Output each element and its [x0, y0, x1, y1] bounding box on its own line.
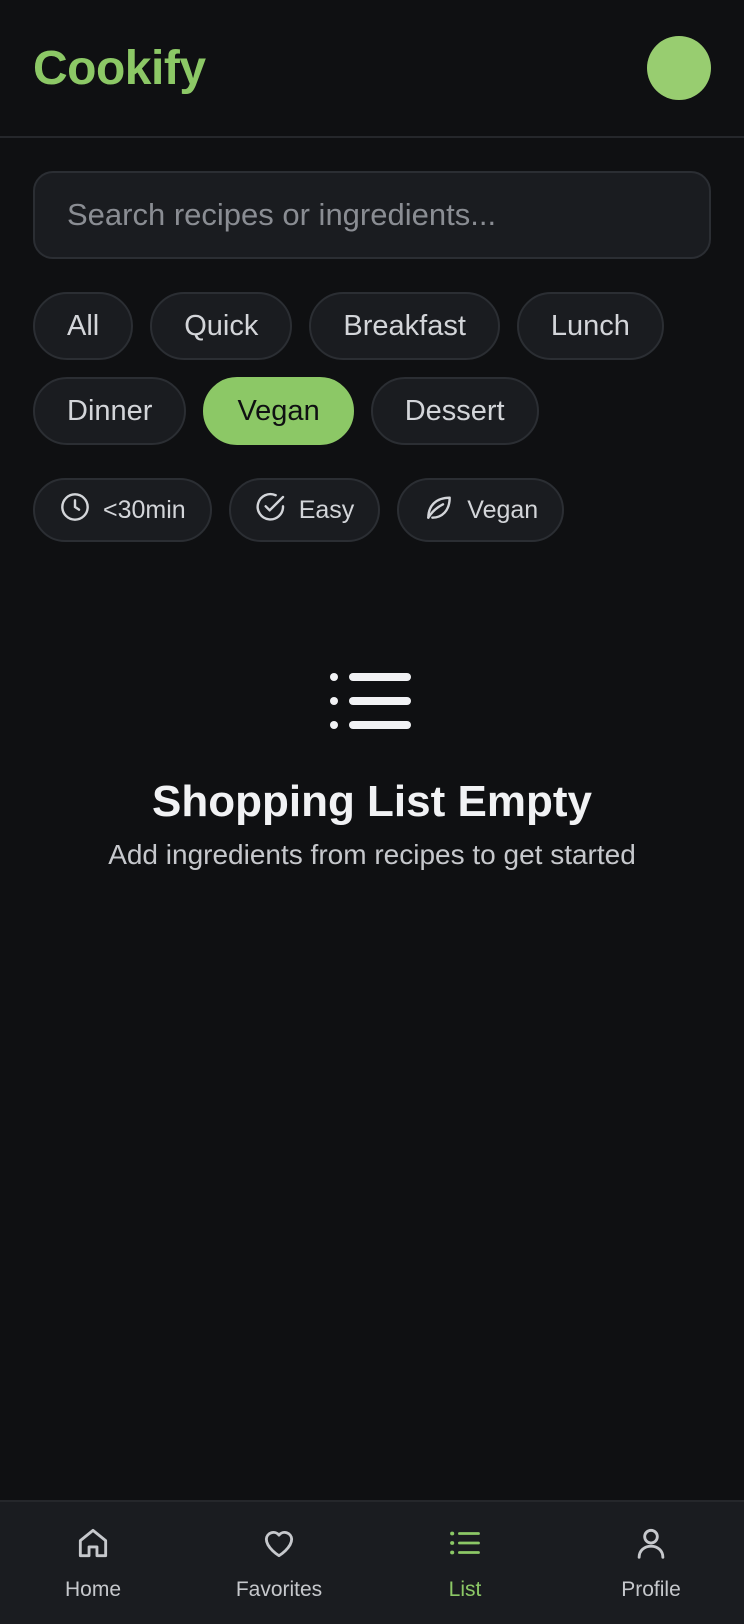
home-icon — [74, 1524, 112, 1568]
avatar[interactable] — [647, 36, 711, 100]
list-icon — [329, 670, 415, 737]
search-input[interactable] — [67, 197, 677, 233]
top-bar: Cookify — [0, 0, 744, 138]
filter-label: <30min — [103, 495, 186, 524]
filter-label: Easy — [298, 495, 355, 524]
nav-item-list[interactable]: List — [372, 1524, 558, 1602]
check-circle-icon — [255, 491, 287, 530]
nav-label: Profile — [621, 1578, 681, 1601]
category-chip-breakfast[interactable]: Breakfast — [309, 292, 500, 360]
category-chip-quick[interactable]: Quick — [150, 292, 293, 360]
nav-item-favorites[interactable]: Favorites — [186, 1524, 372, 1602]
category-chip-dessert[interactable]: Dessert — [370, 377, 539, 445]
nav-label: Home — [64, 1578, 122, 1601]
heart-icon — [260, 1524, 298, 1568]
nav-label: List — [448, 1578, 482, 1601]
list-icon — [446, 1524, 484, 1568]
user-icon — [632, 1524, 670, 1568]
clock-icon — [59, 491, 91, 530]
search-bar[interactable] — [33, 171, 711, 259]
bottom-nav: Home Favorites List Profile — [0, 1500, 744, 1624]
filter-chip-difficulty[interactable]: Easy — [228, 478, 381, 542]
category-chip-dinner[interactable]: Dinner — [33, 377, 187, 445]
nav-label: Favorites — [235, 1578, 323, 1601]
category-chip-lunch[interactable]: Lunch — [516, 292, 664, 360]
category-chip-all[interactable]: All — [33, 292, 134, 360]
app-root: Cookify All Quick Breakfast Lunch Dinner… — [0, 0, 744, 1624]
filter-chips: <30min Easy Vegan — [33, 478, 711, 542]
brand-logo: Cookify — [33, 41, 206, 95]
category-chips: All Quick Breakfast Lunch Dinner Vegan D… — [33, 292, 711, 445]
empty-state-subtitle: Add ingredients from recipes to get star… — [108, 839, 636, 870]
empty-state: Shopping List Empty Add ingredients from… — [0, 670, 744, 871]
filter-label: Vegan — [467, 495, 539, 524]
leaf-icon — [423, 491, 455, 530]
category-chip-vegan[interactable]: Vegan — [203, 377, 354, 445]
filter-chip-time[interactable]: <30min — [33, 478, 212, 542]
empty-state-title: Shopping List Empty — [152, 777, 592, 826]
filter-chip-diet[interactable]: Vegan — [397, 478, 565, 542]
nav-item-profile[interactable]: Profile — [558, 1524, 744, 1602]
nav-item-home[interactable]: Home — [0, 1524, 186, 1602]
